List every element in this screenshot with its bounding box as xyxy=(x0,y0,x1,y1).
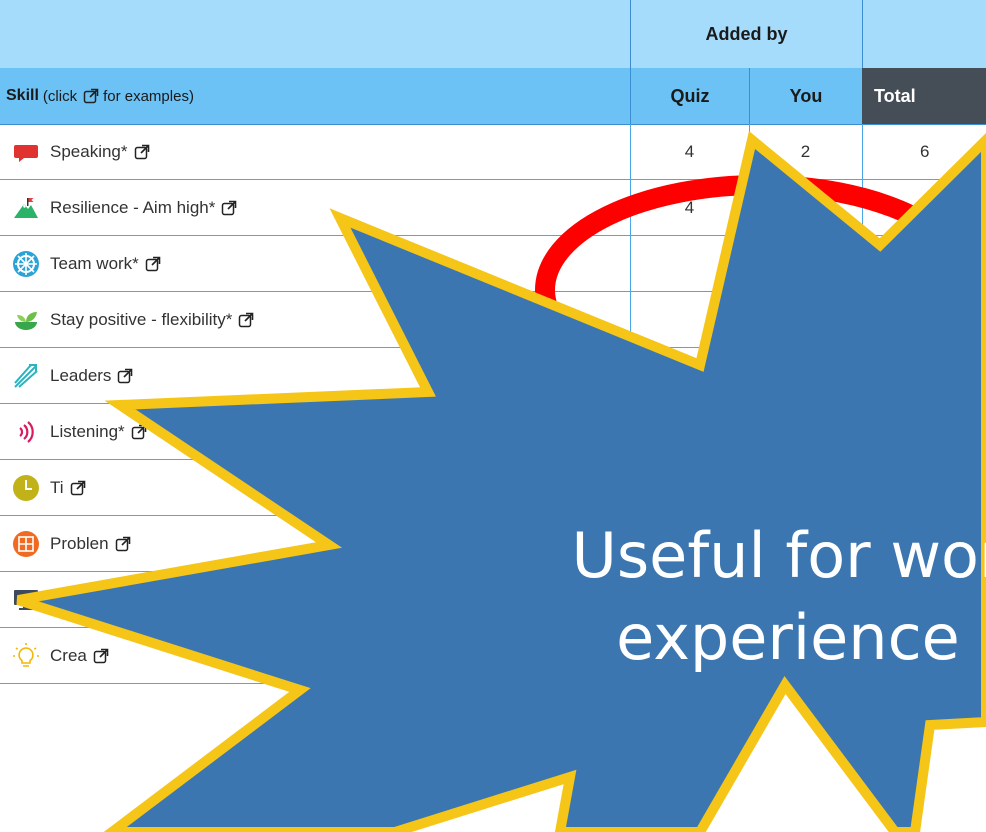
quiz-count xyxy=(630,236,749,291)
skill-cell[interactable]: Resilience - Aim high* xyxy=(0,180,630,235)
table-row: Resilience - Aim high* 4 xyxy=(0,180,986,236)
total-count xyxy=(862,180,986,235)
external-link-icon[interactable] xyxy=(115,536,131,552)
quiz-count: 4 xyxy=(684,141,695,161)
quiz-count: 4 xyxy=(684,197,695,217)
callout-line-1: Useful for wor xyxy=(571,519,986,592)
mountain-icon xyxy=(12,194,40,222)
total-count xyxy=(862,348,986,403)
leadership-arrows-icon xyxy=(12,362,40,390)
skill-label: Team work* xyxy=(50,253,139,273)
you-count xyxy=(749,460,862,515)
callout-text: Useful for wor experience xyxy=(508,515,986,679)
total-count xyxy=(862,292,986,347)
you-column-header[interactable]: You xyxy=(749,68,862,124)
table-row: Listening* xyxy=(0,404,986,460)
skill-column-header: Skill (click for examples) xyxy=(0,68,630,124)
external-link-icon[interactable] xyxy=(117,368,133,384)
skill-label: Ti xyxy=(50,477,64,497)
external-link-icon xyxy=(83,88,99,104)
table-row: Leaders xyxy=(0,348,986,404)
team-circle-icon xyxy=(12,250,40,278)
skills-table: Added by Skill (click for examples) Quiz… xyxy=(0,0,986,832)
skill-label: Resilience - Aim high* xyxy=(50,197,216,217)
table-row: Stay positive - flexibility* xyxy=(0,292,986,348)
total-column-header[interactable]: Total xyxy=(862,68,986,124)
external-link-icon[interactable] xyxy=(145,256,161,272)
sound-waves-icon xyxy=(12,418,40,446)
external-link-icon[interactable] xyxy=(93,648,109,664)
you-count xyxy=(749,180,862,235)
skill-cell[interactable]: Ti xyxy=(0,460,630,515)
quiz-column-header[interactable]: Quiz xyxy=(630,68,749,124)
quiz-count xyxy=(630,404,749,459)
lightbulb-icon xyxy=(12,642,40,670)
external-link-icon[interactable] xyxy=(134,144,150,160)
skill-cell[interactable]: Stay positive - flexibility* xyxy=(0,292,630,347)
total-count xyxy=(862,236,986,291)
speech-bubble-icon xyxy=(12,138,40,166)
you-count xyxy=(749,348,862,403)
skill-cell[interactable]: Listening* xyxy=(0,404,630,459)
puzzle-icon xyxy=(12,530,40,558)
external-link-icon[interactable] xyxy=(70,480,86,496)
skill-cell[interactable]: Speaking* xyxy=(0,124,630,179)
external-link-icon[interactable] xyxy=(221,200,237,216)
skill-label: Stay positive - flexibility* xyxy=(50,309,233,329)
added-by-header: Added by xyxy=(630,0,862,68)
quiz-count xyxy=(630,348,749,403)
skill-label: Listening* xyxy=(50,421,125,441)
skill-label: Crea xyxy=(50,645,87,665)
skill-header-title: Skill xyxy=(6,87,39,104)
skill-cell[interactable]: Team work* xyxy=(0,236,630,291)
skill-header-note-post: for examples) xyxy=(103,87,194,105)
skill-label: Problen xyxy=(50,533,109,553)
header-spacer xyxy=(862,0,986,68)
you-count xyxy=(749,292,862,347)
callout-line-2: experience xyxy=(616,600,960,674)
you-count: 2 xyxy=(800,141,811,161)
quiz-count xyxy=(630,460,749,515)
table-header-group-row: Added by xyxy=(0,0,986,69)
total-count xyxy=(862,404,986,459)
external-link-icon[interactable] xyxy=(164,592,180,608)
table-header-row: Skill (click for examples) Quiz You Tota… xyxy=(0,68,986,125)
skill-label: Speaking* xyxy=(50,141,128,161)
skill-label: Leaders xyxy=(50,365,112,385)
quiz-count xyxy=(630,292,749,347)
plant-bowl-icon xyxy=(12,306,40,334)
skill-header-note-pre: (click xyxy=(42,87,78,105)
external-link-icon[interactable] xyxy=(131,424,147,440)
skill-label: Computing ski xyxy=(50,589,158,609)
total-count: 6 xyxy=(920,141,930,161)
table-row: Ti xyxy=(0,460,986,516)
you-count xyxy=(749,404,862,459)
table-row: Speaking* 4 2 6 xyxy=(0,124,986,180)
table-row: Team work* xyxy=(0,236,986,292)
skill-cell[interactable]: Leaders xyxy=(0,348,630,403)
monitor-icon xyxy=(12,586,40,614)
external-link-icon[interactable] xyxy=(238,312,254,328)
clock-icon xyxy=(12,474,40,502)
total-count xyxy=(862,460,986,515)
you-count xyxy=(749,236,862,291)
